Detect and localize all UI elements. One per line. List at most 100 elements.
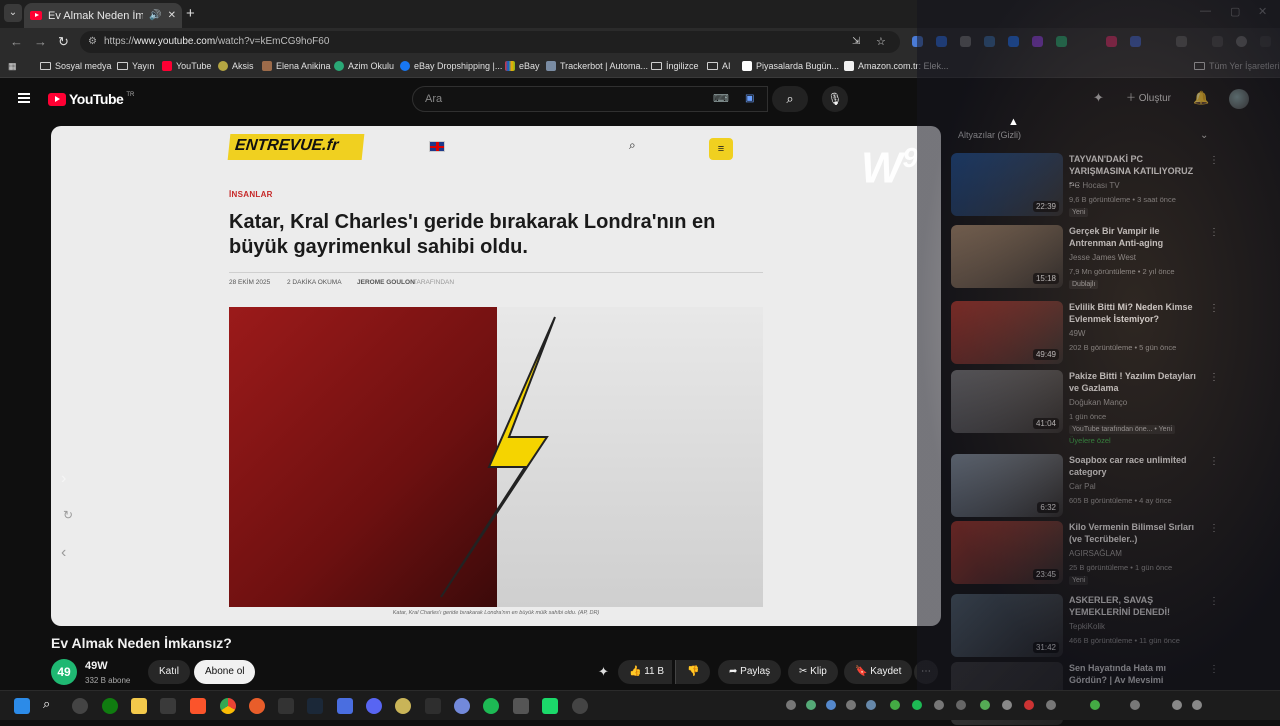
like-button[interactable]: 👍 11 B — [618, 660, 673, 684]
app-icon[interactable] — [395, 698, 411, 714]
app-icon[interactable] — [542, 698, 558, 714]
bookmark-ai[interactable]: AI — [707, 61, 731, 71]
extension-green-icon[interactable] — [1056, 36, 1067, 47]
cast-icon[interactable]: ✦ — [1093, 90, 1104, 106]
share-button[interactable]: ➦ Paylaş — [718, 660, 782, 684]
app-icon[interactable] — [572, 698, 588, 714]
extensions-puzzle-icon[interactable] — [1176, 36, 1187, 47]
bookmark-trackerbot[interactable]: Trackerbot | Automa... — [546, 61, 648, 71]
channel-avatar[interactable]: 49 — [51, 659, 77, 685]
tray-icon[interactable] — [980, 700, 990, 710]
tray-icon[interactable] — [890, 700, 900, 710]
video-thumbnail[interactable]: 31:42 — [951, 594, 1063, 657]
bookmark-amazon[interactable]: Amazon.com.tr: Elek... — [844, 61, 949, 71]
sidebar-video-item[interactable]: 49:49 Evlilik Bitti Mi? Neden Kimse Evlen… — [951, 301, 1219, 365]
maximize-icon[interactable]: ▢ — [1230, 5, 1240, 18]
extension-vpn-icon[interactable] — [1008, 36, 1019, 47]
browser-tab[interactable]: Ev Almak Neden İmkansız? 🔊 ✕ — [24, 3, 182, 28]
more-options-icon[interactable]: ⋮ — [1209, 456, 1219, 467]
channel-name[interactable]: Car Pal — [1069, 482, 1096, 491]
url-field[interactable]: ⚙ https://www.youtube.com/watch?v=kEmCG9… — [80, 31, 900, 53]
search-input[interactable]: Ara ⌨ ▣ — [412, 86, 768, 112]
clip-button[interactable]: ✂ Klip — [788, 660, 838, 684]
more-actions-button[interactable]: ⋯ — [914, 660, 938, 684]
channel-name[interactable]: 49W — [85, 660, 108, 672]
extension-blue-icon[interactable] — [1130, 36, 1141, 47]
more-options-icon[interactable]: ⋮ — [1209, 227, 1219, 238]
bookmark-piyasalarda-bugun[interactable]: Piyasalarda Bugün... — [742, 61, 839, 71]
new-tab-button[interactable]: + — [186, 5, 195, 22]
close-window-icon[interactable]: ✕ — [1258, 5, 1267, 18]
channel-name[interactable]: 49W — [1069, 329, 1085, 338]
sidebar-video-item[interactable]: 15:18 Gerçek Bir Vampir ile Antrenman Ant… — [951, 225, 1219, 289]
reading-list-icon[interactable] — [1212, 36, 1223, 47]
app-icon[interactable] — [337, 698, 353, 714]
chrome-icon[interactable] — [220, 698, 236, 714]
app-icon[interactable] — [454, 698, 470, 714]
tray-icon[interactable] — [1130, 700, 1140, 710]
tray-icon[interactable] — [786, 700, 796, 710]
subscribe-button[interactable]: Abone ol — [194, 660, 256, 684]
file-explorer-icon[interactable] — [131, 698, 147, 714]
tray-icon[interactable] — [1024, 700, 1034, 710]
apps-grid-icon[interactable]: ▦ — [8, 61, 17, 72]
voice-search-button[interactable]: 🎙 — [822, 86, 848, 112]
menu-icon[interactable] — [18, 93, 30, 103]
save-button[interactable]: 🔖 Kaydet — [844, 660, 913, 684]
extension-tools-icon[interactable] — [984, 36, 995, 47]
tray-icon[interactable] — [866, 700, 876, 710]
video-thumbnail[interactable]: 15:18 — [951, 225, 1063, 288]
volume-icon[interactable] — [1192, 700, 1202, 710]
video-title[interactable]: Gerçek Bir Vampir ile Antrenman Anti-agi… — [1069, 225, 1205, 249]
video-player[interactable]: ENTREVUE.fr ⌕ ≡ İNSANLAR Katar, Kral Cha… — [51, 126, 941, 626]
profile-avatar-icon[interactable] — [1236, 36, 1247, 47]
tray-icon[interactable] — [1090, 700, 1100, 710]
store-icon[interactable] — [160, 698, 176, 714]
join-button[interactable]: Katıl — [148, 660, 191, 684]
search-icon[interactable]: ⌕ — [43, 696, 59, 712]
site-info-icon[interactable]: ⚙ — [88, 31, 97, 53]
extension-screenshot-icon[interactable] — [960, 36, 971, 47]
tray-icon[interactable] — [1046, 700, 1056, 710]
tray-icon[interactable] — [1002, 700, 1012, 710]
translate-extension-icon[interactable]: ▣ — [745, 87, 754, 111]
app-icon[interactable] — [513, 698, 529, 714]
brave-icon[interactable] — [190, 698, 206, 714]
channel-name[interactable]: Jesse James West — [1069, 253, 1136, 262]
youtube-logo[interactable]: YouTube TR — [48, 91, 134, 107]
video-title[interactable]: Pakize Bitti ! Yazılım Detayları ve Gazl… — [1069, 370, 1205, 394]
channel-name[interactable]: PC Hocası TV — [1069, 181, 1120, 190]
video-title[interactable]: ASKERLER, SAVAŞ YEMEKLERİNİ DENEDİ! — [1069, 594, 1205, 618]
video-thumbnail[interactable]: 23:45 — [951, 521, 1063, 584]
tray-icon[interactable] — [826, 700, 836, 710]
wifi-icon[interactable] — [1172, 700, 1182, 710]
bookmark-aksis[interactable]: Aksis — [218, 61, 254, 71]
channel-name[interactable]: AGIRSAĞLAM — [1069, 549, 1122, 558]
sidebar-video-item[interactable]: 23:45 Kilo Vermenin Bilimsel Sırları (ve … — [951, 521, 1219, 585]
tray-icon[interactable] — [912, 700, 922, 710]
bookmark-youtube[interactable]: YouTube — [162, 61, 211, 71]
bookmark-yayin[interactable]: Yayın — [117, 61, 154, 71]
notifications-bell-icon[interactable]: 🔔 — [1193, 90, 1209, 106]
reload-icon[interactable]: ↻ — [58, 34, 69, 50]
previous-arrow-icon[interactable]: ‹ — [61, 544, 66, 562]
more-options-icon[interactable]: ⋮ — [1209, 155, 1219, 166]
spotify-icon[interactable] — [483, 698, 499, 714]
dislike-button[interactable]: 👎 — [675, 660, 711, 684]
bookmark-all[interactable]: Tüm Yer İşaretleri — [1194, 61, 1280, 71]
bookmark-sosyal-medya[interactable]: Sosyal medya — [40, 61, 112, 71]
tray-icon[interactable] — [846, 700, 856, 710]
more-options-icon[interactable]: ⋮ — [1209, 303, 1219, 314]
extension-translate-icon[interactable] — [912, 36, 923, 47]
video-thumbnail[interactable]: 49:49 — [951, 301, 1063, 364]
video-title[interactable]: Sen Hayatında Hata mı Gördün? | Av Mevsi… — [1069, 662, 1205, 686]
create-button[interactable]: ＋ Oluştur — [1118, 88, 1179, 110]
install-app-icon[interactable]: ⇲ — [852, 31, 860, 53]
sidebar-video-item[interactable]: 6:32 Soapbox car race unlimited category C… — [951, 454, 1219, 518]
bookmark-star-icon[interactable]: ☆ — [876, 31, 886, 53]
tray-icon[interactable] — [956, 700, 966, 710]
keyboard-icon[interactable]: ⌨ — [713, 87, 729, 111]
back-icon[interactable]: ← — [10, 34, 23, 49]
speaker-icon[interactable]: 🔊 — [149, 10, 161, 21]
channel-name[interactable]: Doğukan Manço — [1069, 398, 1127, 407]
